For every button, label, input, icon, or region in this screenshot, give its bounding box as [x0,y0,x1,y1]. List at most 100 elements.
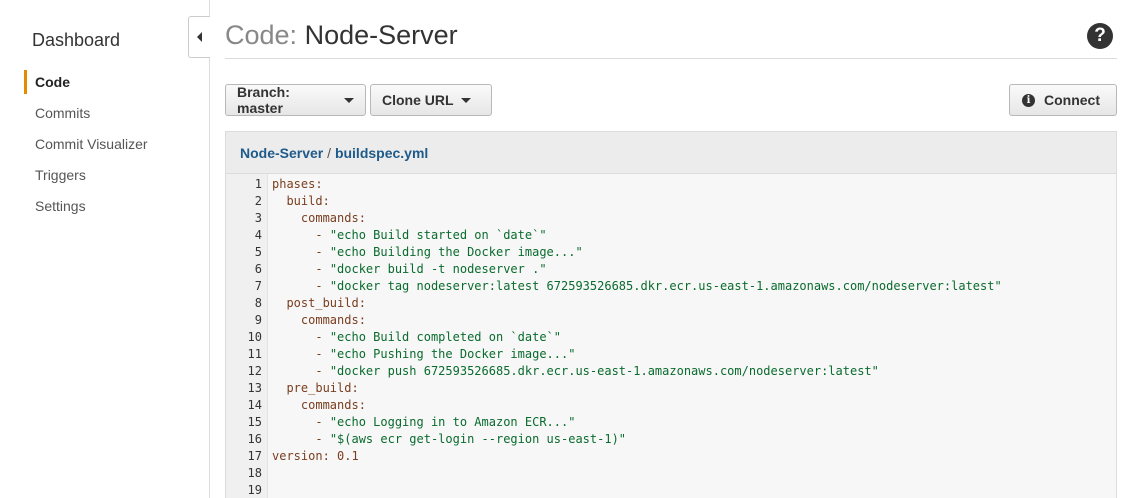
code-text: - "echo Build completed on `date`" [272,329,561,346]
code-token: commands: [300,313,366,327]
code-token: - [315,279,330,293]
sidebar-title[interactable]: Dashboard [32,30,120,51]
code-string: "echo Pushing the Docker image..." [329,347,576,361]
code-token: - [315,245,330,259]
code-line: 8 post_build: [226,295,1116,312]
line-number: 2 [254,194,262,208]
sidebar-item-code[interactable]: Code [24,70,148,94]
page-title: Code: Node-Server [225,20,458,51]
line-number: 10 [247,330,262,344]
code-line: 16 - "$(aws ecr get-login --region us-ea… [226,431,1116,448]
info-icon: i [1022,93,1035,107]
code-text: version: 0.1 [272,448,359,465]
code-text: build: [272,193,329,210]
line-number: 15 [247,415,262,429]
code-line: 10 - "echo Build completed on `date`" [226,329,1116,346]
line-number: 9 [254,313,262,327]
line-number: 18 [247,466,262,480]
sidebar-nav: Code Commits Commit Visualizer Triggers … [24,70,148,225]
code-line: 13 pre_build: [226,380,1116,397]
sidebar-item-commit-visualizer[interactable]: Commit Visualizer [24,132,148,163]
breadcrumb-file-link[interactable]: buildspec.yml [335,145,428,161]
code-string: "echo Build completed on `date`" [329,330,561,344]
code-string: "echo Build started on `date`" [329,228,547,242]
branch-dropdown-button[interactable]: Branch: master [225,84,366,116]
help-icon[interactable]: ? [1087,23,1113,49]
breadcrumb-repo-link[interactable]: Node-Server [240,145,323,161]
breadcrumb-separator: / [327,145,332,161]
line-number: 5 [254,245,262,259]
page-title-repo: Node-Server [304,20,458,50]
code-line: 1 phases: [226,176,1116,193]
line-number: 11 [247,347,262,361]
code-token: phases: [272,177,323,191]
code-line: 12 - "docker push 672593526685.dkr.ecr.u… [226,363,1116,380]
line-number: 8 [254,296,262,310]
sidebar-collapse-button[interactable] [188,16,210,58]
sidebar: Dashboard Code Commits Commit Visualizer… [0,0,210,498]
line-number: 16 [247,432,262,446]
code-line: 18 [226,465,1116,482]
code-text: post_build: [272,295,366,312]
code-text: pre_build: [272,380,359,397]
line-number: 19 [247,483,262,497]
file-viewer: Node-Server / buildspec.yml 1 phases: 2 bu… [225,131,1117,498]
code-string: "echo Building the Docker image..." [329,245,583,259]
code-text: phases: [272,176,323,193]
sidebar-item-triggers[interactable]: Triggers [24,163,148,194]
sidebar-item-commits[interactable]: Commits [24,101,148,132]
clone-url-button[interactable]: Clone URL [370,84,492,116]
code-token: pre_build: [286,381,359,395]
code-line: 17 version: 0.1 [226,448,1116,465]
line-number: 7 [254,279,262,293]
code-line: 6 - "docker build -t nodeserver ." [226,261,1116,278]
chevron-left-icon [196,32,202,42]
caret-down-icon [344,97,354,103]
code-line: 2 build: [226,193,1116,210]
code-text: commands: [272,312,366,329]
code-line: 15 - "echo Logging in to Amazon ECR..." [226,414,1116,431]
code-editor[interactable]: 1 phases: 2 build: 3 commands: 4 - "echo Bui… [226,174,1116,498]
page-title-prefix: Code: [225,20,298,50]
line-number: 4 [254,228,262,242]
line-number: 12 [247,364,262,378]
code-lines: 1 phases: 2 build: 3 commands: 4 - "echo Bui… [226,174,1116,498]
code-text: - "docker tag nodeserver:latest 67259352… [272,278,1002,295]
code-string: "$(aws ecr get-login --region us-east-1)… [329,432,627,446]
clone-url-label: Clone URL [382,92,454,108]
code-string: "docker push 672593526685.dkr.ecr.us-eas… [329,364,879,378]
code-line: 7 - "docker tag nodeserver:latest 672593… [226,278,1116,295]
connect-button[interactable]: i Connect [1009,84,1117,116]
code-token: - [315,262,330,276]
sidebar-item-settings[interactable]: Settings [24,194,148,225]
connect-label: Connect [1044,92,1100,108]
code-text: - "echo Logging in to Amazon ECR..." [272,414,575,431]
code-token: - [315,347,330,361]
code-line: 14 commands: [226,397,1116,414]
code-token: - [315,364,330,378]
code-string: "docker tag nodeserver:latest 6725935266… [329,279,1002,293]
code-line: 11 - "echo Pushing the Docker image..." [226,346,1116,363]
code-text: - "echo Pushing the Docker image..." [272,346,575,363]
code-token: commands: [300,398,366,412]
line-number: 1 [254,177,262,191]
code-token: post_build: [286,296,366,310]
code-line: 9 commands: [226,312,1116,329]
line-number: 13 [247,381,262,395]
line-number: 17 [247,449,262,463]
toolbar: Branch: master Clone URL i Connect [225,84,1117,116]
code-line: 4 - "echo Build started on `date`" [226,227,1116,244]
code-string: "echo Logging in to Amazon ECR..." [329,415,576,429]
code-token: - [315,228,330,242]
